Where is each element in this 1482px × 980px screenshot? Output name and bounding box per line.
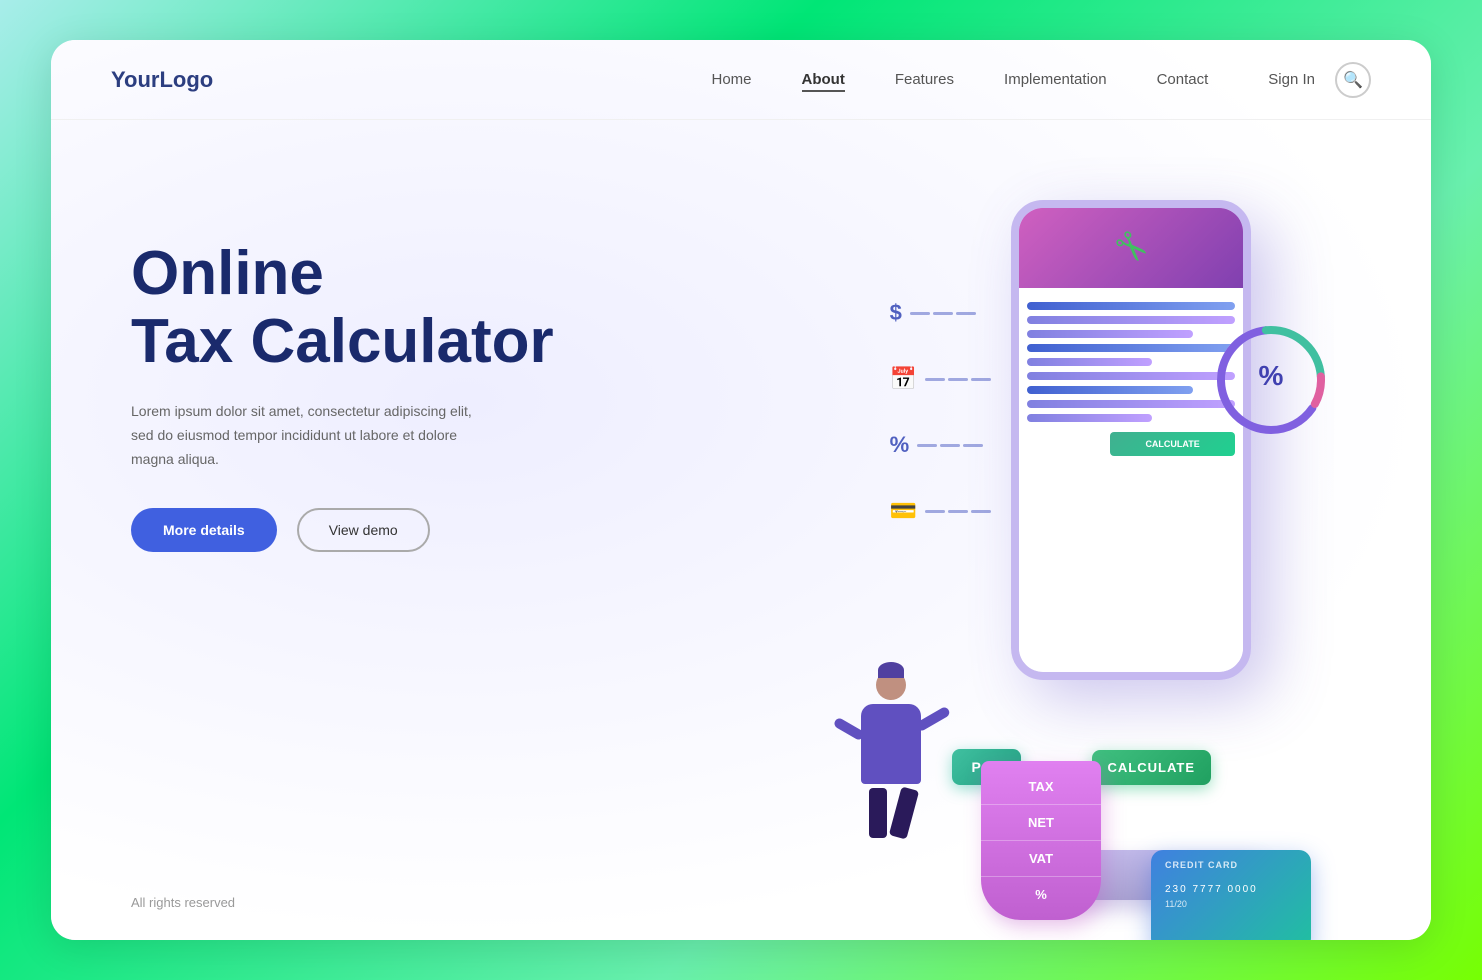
nav-right: Sign In 🔍 (1268, 62, 1371, 98)
form-line-7 (1027, 386, 1193, 394)
form-line-2 (1027, 316, 1235, 324)
person-arm-right (915, 706, 951, 733)
button-group: More details View demo (131, 508, 591, 552)
nav-link-about[interactable]: About (802, 71, 845, 92)
dashes-percent (917, 444, 983, 447)
hero-description: Lorem ipsum dolor sit amet, consectetur … (131, 400, 491, 471)
float-card: 💳 (890, 498, 991, 524)
receipt-item-vat: VAT (981, 841, 1101, 877)
dash (940, 444, 960, 447)
phone-body: CALCULATE (1019, 288, 1243, 662)
percent-text: % (1259, 360, 1284, 391)
phone-top-bar: ✂ (1019, 208, 1243, 288)
view-demo-button[interactable]: View demo (297, 508, 430, 552)
nav-link-implementation[interactable]: Implementation (1004, 71, 1107, 88)
calculate-button[interactable]: CALCULATE (1092, 750, 1211, 785)
calendar-icon: 📅 (890, 366, 917, 392)
dash (933, 312, 953, 315)
receipt-item-tax: TAX (981, 769, 1101, 805)
card-icon: 💳 (890, 498, 917, 524)
float-labels: $ 📅 % (890, 300, 991, 524)
form-line-3 (1027, 330, 1193, 338)
footer-text: All rights reserved (131, 895, 235, 910)
percent-icon: % (890, 432, 910, 458)
dash (971, 510, 991, 513)
logo: YourLogo (111, 67, 213, 93)
person-leg-left (869, 788, 887, 838)
person-legs (841, 788, 941, 838)
hero-title: Online Tax Calculator (131, 240, 591, 376)
person-head (876, 670, 906, 700)
navbar: YourLogo Home About Features Implementat… (51, 40, 1431, 120)
nav-item-features[interactable]: Features (895, 71, 954, 89)
dash (948, 378, 968, 381)
main-content: Online Tax Calculator Lorem ipsum dolor … (51, 120, 1431, 940)
dashes-card (925, 510, 991, 513)
nav-item-home[interactable]: Home (711, 71, 751, 89)
form-line-9 (1027, 414, 1152, 422)
float-percent: % (890, 432, 991, 458)
nav-item-implementation[interactable]: Implementation (1004, 71, 1107, 89)
percent-svg: % (1211, 320, 1331, 440)
dash (925, 378, 945, 381)
form-line-8 (1027, 400, 1235, 408)
nav-item-contact[interactable]: Contact (1157, 71, 1209, 89)
float-dollar: $ (890, 300, 991, 326)
dash (917, 444, 937, 447)
nav-link-features[interactable]: Features (895, 71, 954, 88)
main-card: YourLogo Home About Features Implementat… (51, 40, 1431, 940)
form-line-5 (1027, 358, 1152, 366)
signin-link[interactable]: Sign In (1268, 71, 1315, 88)
form-line-1 (1027, 302, 1235, 310)
receipt-item-pct: % (981, 877, 1101, 912)
nav-links: Home About Features Implementation Conta… (711, 71, 1208, 89)
dash (956, 312, 976, 315)
dash (971, 378, 991, 381)
nav-item-about[interactable]: About (802, 71, 845, 89)
dashes-calendar (925, 378, 991, 381)
form-line-4 (1027, 344, 1235, 352)
left-section: Online Tax Calculator Lorem ipsum dolor … (131, 180, 591, 552)
illustration-section: $ 📅 % (631, 180, 1371, 940)
credit-card-date: 11/20 (1165, 899, 1297, 909)
dash (925, 510, 945, 513)
form-line-6 (1027, 372, 1235, 380)
dash (963, 444, 983, 447)
person-leg-right (889, 787, 919, 840)
receipt-item-net: NET (981, 805, 1101, 841)
credit-card-label: CREDIT CARD (1165, 860, 1297, 870)
percent-chart: % (1211, 320, 1331, 440)
credit-card-number: 230 7777 0000 (1165, 884, 1297, 895)
search-icon: 🔍 (1343, 70, 1363, 90)
receipt-scroll: TAX NET VAT % (981, 761, 1101, 920)
phone-screen: ✂ CALCULATE (1019, 208, 1243, 672)
search-button[interactable]: 🔍 (1335, 62, 1371, 98)
person-body (861, 704, 921, 784)
dash (948, 510, 968, 513)
person-figure (841, 670, 941, 870)
credit-card: CREDIT CARD 230 7777 0000 11/20 (1151, 850, 1311, 940)
person-arm-left (833, 717, 866, 742)
nav-link-home[interactable]: Home (711, 71, 751, 88)
scissors-icon: ✂ (1103, 220, 1159, 276)
float-calendar: 📅 (890, 366, 991, 392)
dollar-icon: $ (890, 300, 902, 326)
dashes-dollar (910, 312, 976, 315)
dash (910, 312, 930, 315)
calc-label-phone: CALCULATE (1145, 439, 1199, 449)
nav-link-contact[interactable]: Contact (1157, 71, 1209, 88)
more-details-button[interactable]: More details (131, 508, 277, 552)
